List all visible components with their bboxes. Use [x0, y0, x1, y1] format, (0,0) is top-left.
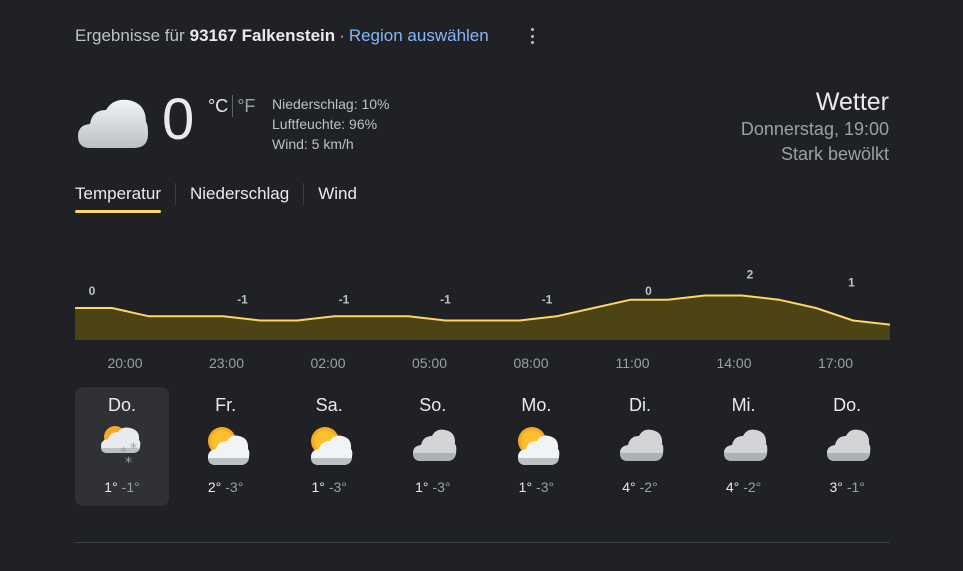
header-separator: · [339, 26, 345, 45]
forecast-temps: 1° -3° [282, 479, 376, 495]
forecast-day-name: Di. [628, 395, 651, 415]
temperature-chart[interactable]: 0 -1 -1 -1 -1 0 2 1 [75, 260, 890, 350]
results-prefix: Ergebnisse für [75, 26, 185, 45]
forecast-day-name: Do. [107, 395, 136, 415]
results-header: Ergebnisse für 93167 Falkenstein · Regio… [75, 24, 489, 48]
time-label: 11:00 [615, 355, 650, 371]
time-label: 17:00 [817, 355, 854, 371]
temperature-point-label: 1 [848, 276, 855, 290]
weather-details: Niederschlag: 10% Luftfeuchte: 96% Wind:… [272, 94, 390, 154]
forecast-day[interactable]: So. 1° -3° [386, 387, 480, 506]
forecast-day-name: Sa. [315, 395, 343, 415]
daily-forecast: Do. * * * 1° -1° Fr. 2° -3° Sa. 1° -3° So. 1° -3° Mo. 1°… [75, 387, 904, 506]
tab-wind[interactable]: Wind [318, 184, 357, 204]
forecast-day-name: Do. [833, 395, 862, 415]
current-temperature: 0 [162, 87, 195, 152]
fahrenheit-toggle[interactable]: °F [237, 96, 255, 117]
time-label: 02:00 [310, 355, 346, 371]
partly-cloudy-icon [514, 423, 560, 467]
forecast-high: 1° [104, 479, 118, 495]
forecast-low: -3° [432, 479, 451, 495]
forecast-temps: 4° -2° [593, 479, 687, 495]
precipitation-text: Niederschlag: 10% [272, 96, 390, 112]
forecast-day[interactable]: Sa. 1° -3° [282, 387, 376, 506]
time-label: 05:00 [411, 355, 448, 371]
time-label: 20:00 [107, 355, 143, 371]
forecast-high: 1° [518, 479, 533, 495]
forecast-day[interactable]: Fr. 2° -3° [179, 387, 273, 506]
cloud-snow-icon: * * * [100, 423, 146, 471]
forecast-day-name: Mi. [731, 395, 756, 415]
tab-temperature[interactable]: Temperatur [75, 184, 161, 213]
temperature-point-label: -1 [237, 292, 248, 306]
section-divider [75, 542, 890, 543]
unit-divider [232, 95, 234, 117]
forecast-high: 2° [207, 479, 222, 495]
forecast-day[interactable]: Mo. 1° -3° [489, 387, 583, 506]
cloudy-icon [618, 423, 664, 467]
humidity-text: Luftfeuchte: 96% [272, 116, 378, 132]
region-select-link[interactable]: Region auswählen [349, 26, 489, 46]
time-label: 14:00 [716, 355, 752, 371]
svg-text:*: * [125, 455, 132, 467]
forecast-day-name: Mo. [521, 395, 552, 415]
forecast-day[interactable]: Do. 3° -1° [800, 387, 894, 506]
tab-divider [303, 183, 305, 205]
time-label: 23:00 [208, 355, 245, 371]
temperature-point-label: -1 [542, 292, 553, 306]
temperature-area [75, 295, 890, 340]
forecast-temps: 1° -3° [386, 479, 480, 495]
forecast-high: 1° [311, 479, 325, 495]
forecast-low: -2° [743, 479, 762, 495]
forecast-day[interactable]: Di. 4° -2° [593, 387, 687, 506]
temperature-point-label: 2 [747, 267, 754, 281]
forecast-low: -2° [639, 479, 658, 495]
more-options-icon[interactable] [524, 26, 540, 46]
cloudy-icon [722, 423, 768, 467]
weather-condition: Stark bewölkt [780, 144, 889, 164]
cloudy-icon [411, 423, 457, 467]
chart-tabs: Temperatur Niederschlag Wind [75, 182, 357, 213]
forecast-high: 4° [725, 479, 740, 495]
forecast-low: -3° [536, 479, 555, 495]
location-name: 93167 Falkenstein [189, 26, 336, 45]
tab-precipitation[interactable]: Niederschlag [190, 184, 289, 204]
celsius-toggle[interactable]: °C [208, 96, 228, 117]
forecast-low: -3° [328, 479, 347, 495]
partly-cloudy-icon [307, 423, 353, 467]
temperature-point-label: -1 [440, 292, 451, 306]
cloudy-icon [78, 99, 148, 148]
forecast-temps: 4° -2° [697, 479, 791, 495]
forecast-day-name: Fr. [215, 395, 237, 415]
partly-cloudy-icon [204, 423, 250, 467]
forecast-temps: 1° -1° [75, 479, 169, 495]
unit-switch: °C °F [208, 95, 255, 117]
forecast-day-name: So. [419, 395, 447, 415]
forecast-high: 1° [415, 479, 429, 495]
forecast-low: -1° [121, 479, 140, 495]
time-label: 08:00 [513, 355, 549, 371]
time-axis: 20:00 23:00 02:00 05:00 08:00 11:00 14:00 17:00 [75, 355, 890, 375]
forecast-temps: 1° -3° [489, 479, 583, 495]
weather-summary: Wetter Donnerstag, 19:00 Stark bewölkt [741, 87, 889, 167]
forecast-high: 3° [829, 479, 843, 495]
temperature-point-label: -1 [339, 292, 350, 306]
temperature-point-label: 0 [89, 284, 96, 298]
forecast-high: 4° [622, 479, 636, 495]
wind-text: Wind: 5 km/h [272, 136, 354, 152]
forecast-day[interactable]: Do. * * * 1° -1° [75, 387, 169, 506]
weather-datetime: Donnerstag, 19:00 [740, 119, 889, 139]
tab-divider [174, 183, 176, 205]
weather-title: Wetter [815, 88, 889, 116]
forecast-temps: 3° -1° [800, 479, 894, 495]
forecast-temps: 2° -3° [179, 479, 273, 495]
temperature-point-label: 0 [645, 284, 652, 298]
forecast-low: -1° [846, 479, 865, 495]
cloudy-icon [825, 423, 871, 467]
forecast-low: -3° [225, 479, 244, 495]
forecast-day[interactable]: Mi. 4° -2° [697, 387, 791, 506]
